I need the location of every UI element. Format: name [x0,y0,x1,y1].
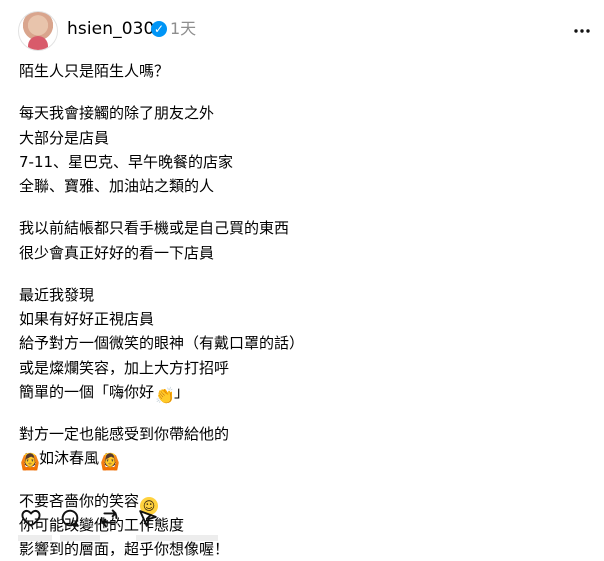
verified-check-icon: ✓ [151,21,167,37]
caption-text: 」 [174,382,190,401]
caption-text: 最近我發現 [19,285,95,304]
caption-text: 對方一定也能感受到你帶給他的 [19,425,230,443]
caption-line: 7-11、星巴克、早午晚餐的店家 [19,150,579,174]
caption-text: 或是燦爛笑容，加上大方打招呼 [19,358,230,377]
caption-line: 每天我會接觸的除了朋友之外 [19,101,579,125]
caption-text: 大部分是店員 [19,128,110,147]
clapping-hands-icon: 👏 [155,385,175,405]
comment-icon [61,509,79,527]
caption-text: 陌生人只是陌生人嗎？ [19,62,170,80]
caption-line: 最近我發現 [19,283,579,307]
post-time[interactable]: 1天 [170,17,196,41]
like-button[interactable] [20,507,42,529]
comment-button[interactable] [59,507,81,529]
caption-line: 對方一定也能感受到你帶給他的 [19,422,579,446]
person-gesture-icon: 🙆 [20,452,40,472]
caption-line: 大部分是店員 [19,126,579,150]
caption-line: 全聯、寶雅、加油站之類的人 [19,174,579,198]
caption-line: 🙆如沐春風🙆 [19,446,579,472]
caption-text: 給予對方一個微笑的眼神（有戴口罩的話） [19,334,305,353]
more-horizontal-icon [574,29,590,33]
repost-button[interactable] [98,507,120,529]
repost-icon [100,509,118,527]
caption-text: 如果有好好正視店員 [19,310,155,328]
caption-line: 很少會真正好好的看一下店員 [19,241,579,265]
post-actions [20,506,220,530]
caption-text: 影響到的層面，超乎你想像喔！ [19,540,230,558]
post-header: hsien_0309 ✓ 1天 [0,0,604,62]
caption-line: 我以前結帳都只看手機或是自己買的東西 [19,216,579,240]
caption-text: 每天我會接觸的除了朋友之外 [19,104,215,123]
caption-line: 或是燦爛笑容，加上大方打招呼 [19,356,579,380]
caption-line: 如果有好好正視店員 [19,307,579,331]
caption-text: 我以前結帳都只看手機或是自己買的東西 [19,219,290,238]
more-options-button[interactable] [570,19,594,43]
caption-text: 7-11、星巴克、早午晚餐的店家 [19,152,234,171]
cropped-stats-text [18,535,218,541]
caption-line: 簡單的一個「嗨你好👏」 [19,380,579,405]
share-icon [139,510,157,527]
person-gesture-icon: 🙆 [100,452,120,472]
caption-line: 給予對方一個微笑的眼神（有戴口罩的話） [19,331,579,355]
caption-text: 很少會真正好好的看一下店員 [19,243,215,262]
heart-icon [21,509,41,527]
caption-line: 陌生人只是陌生人嗎？ [19,59,579,83]
caption-text: 如沐春風 [39,449,100,468]
post-caption: 陌生人只是陌生人嗎？ 每天我會接觸的除了朋友之外 大部分是店員 7-11、星巴克… [19,59,579,561]
avatar[interactable] [18,11,58,51]
caption-text: 全聯、寶雅、加油站之類的人 [19,177,215,195]
share-button[interactable] [137,507,159,529]
caption-text: 簡單的一個「嗨你好 [19,382,155,401]
